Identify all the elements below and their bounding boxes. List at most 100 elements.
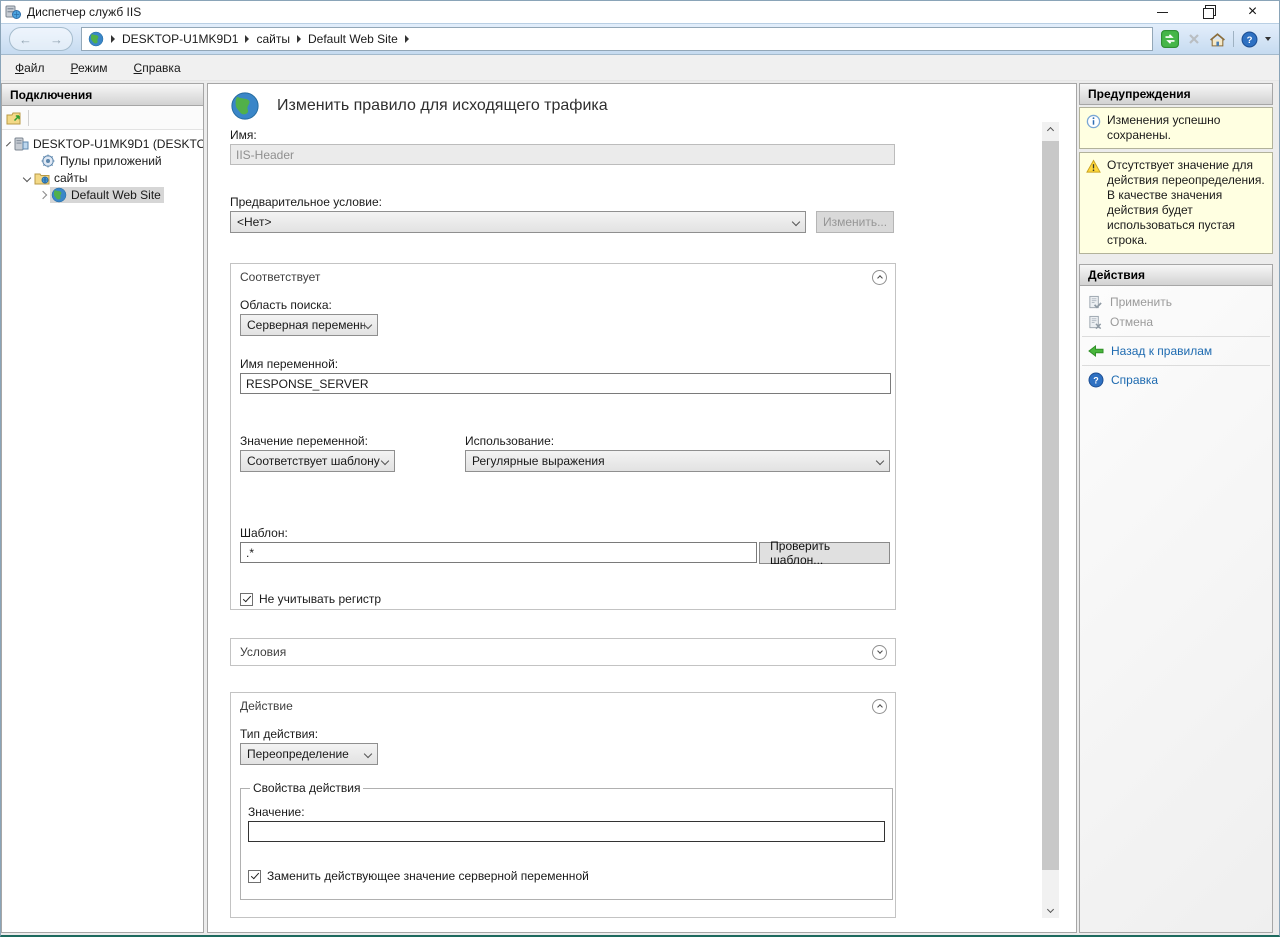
address-bar: ← → DESKTOP-U1MK9D1 сайты Default Web Si… (1, 23, 1279, 55)
crumb-separator-icon[interactable] (405, 35, 409, 43)
chevron-down-icon (364, 750, 372, 758)
tree-item-label: Default Web Site (71, 188, 161, 202)
action-type-select[interactable]: Переопределение (240, 743, 378, 765)
action-section-header: Действие (231, 693, 895, 719)
help-icon: ? (1088, 372, 1104, 388)
edit-precondition-button[interactable]: Изменить... (816, 211, 894, 233)
expander-closed-icon[interactable] (39, 190, 47, 198)
crumb-server[interactable]: DESKTOP-U1MK9D1 (122, 32, 238, 46)
back-to-rules-link[interactable]: Назад к правилам (1080, 341, 1272, 361)
collapse-section-button[interactable] (872, 699, 887, 714)
help-link[interactable]: ? Справка (1080, 370, 1272, 390)
crumb-separator-icon[interactable] (111, 35, 115, 43)
expander-open-icon[interactable] (6, 141, 11, 146)
connections-header: Подключения (2, 84, 203, 106)
back-arrow-icon (1088, 343, 1104, 359)
match-section: Соответствует Область поиска: Серверная … (230, 263, 896, 610)
help-icon[interactable]: ? (1241, 31, 1258, 48)
tree-item-label: DESKTOP-U1MK9D1 (DESKTO (33, 137, 203, 151)
help-dropdown-icon[interactable] (1265, 37, 1271, 41)
value-input[interactable] (248, 821, 885, 842)
menu-bar: Файл Режим Справка (1, 55, 1279, 81)
ignore-case-checkbox[interactable] (240, 593, 253, 606)
alert-warning: Отсутствует значение для действия переоп… (1079, 152, 1273, 254)
chevron-down-icon (364, 321, 372, 329)
precondition-select[interactable]: <Нет> (230, 211, 806, 233)
minimize-button[interactable] (1140, 2, 1185, 22)
save-connection-icon[interactable] (6, 110, 22, 126)
test-pattern-button[interactable]: Проверить шаблон... (759, 542, 890, 564)
tree-item-label: Пулы приложений (60, 154, 162, 168)
toolbar-separator (1233, 31, 1234, 47)
app-icon (5, 4, 21, 20)
chevron-down-icon (876, 457, 884, 465)
right-panel: Предупреждения Изменения успешно сохране… (1079, 83, 1273, 933)
scroll-down-button[interactable] (1042, 901, 1059, 918)
scroll-up-button[interactable] (1042, 122, 1059, 139)
edit-outbound-rule-panel: Изменить правило для исходящего трафика … (207, 83, 1077, 933)
action-properties-group: Свойства действия Значение: Заменить дей… (240, 781, 893, 900)
apply-button[interactable]: Применить (1080, 292, 1272, 312)
svg-text:?: ? (1247, 35, 1253, 46)
menu-help[interactable]: Справка (134, 61, 181, 75)
tree-item-default-web-site[interactable]: Default Web Site (2, 186, 203, 203)
breadcrumb[interactable]: DESKTOP-U1MK9D1 сайты Default Web Site (81, 27, 1153, 51)
conditions-section: Условия (230, 638, 896, 666)
menu-view[interactable]: Режим (71, 61, 108, 75)
scrollbar-thumb[interactable] (1042, 141, 1059, 870)
action-section-title: Действие (240, 699, 872, 713)
globe-icon (51, 187, 67, 203)
crumb-default-web-site[interactable]: Default Web Site (308, 32, 398, 46)
title-bar: Диспетчер служб IIS × (1, 1, 1279, 23)
main-scrollbar[interactable] (1042, 122, 1059, 918)
page-title: Изменить правило для исходящего трафика (277, 97, 608, 115)
action-type-label: Тип действия: (240, 727, 890, 741)
action-properties-legend: Свойства действия (250, 781, 363, 795)
back-button[interactable]: ← (19, 32, 32, 47)
variable-value-select[interactable]: Соответствует шаблону (240, 450, 395, 472)
tree-item-sites[interactable]: сайты (2, 169, 203, 186)
warning-icon (1086, 159, 1101, 174)
alerts-header: Предупреждения (1079, 83, 1273, 105)
crumb-separator-icon[interactable] (297, 35, 301, 43)
match-section-title: Соответствует (240, 270, 872, 284)
server-icon (13, 136, 29, 152)
tree-item-server[interactable]: DESKTOP-U1MK9D1 (DESKTO (2, 135, 203, 152)
expand-section-button[interactable] (872, 645, 887, 660)
restore-button[interactable] (1185, 2, 1230, 22)
replace-value-checkbox[interactable] (248, 870, 261, 883)
scope-select[interactable]: Серверная переменн (240, 314, 378, 336)
expander-open-icon[interactable] (23, 173, 31, 181)
actions-separator (1082, 336, 1270, 337)
refresh-icon[interactable] (1161, 30, 1179, 48)
home-icon[interactable] (1209, 31, 1226, 48)
alert-info: Изменения успешно сохранены. (1079, 107, 1273, 149)
workspace: Подключения DESKTOP-U1MK9D1 (DESKTO Пулы… (1, 81, 1279, 933)
application-pools-icon (40, 153, 56, 169)
close-button[interactable]: × (1230, 2, 1275, 22)
forward-button[interactable]: → (50, 32, 63, 47)
cancel-button[interactable]: Отмена (1080, 312, 1272, 332)
alert-text: Отсутствует значение для действия переоп… (1107, 158, 1266, 248)
action-section: Действие Тип действия: Переопределение С… (230, 692, 896, 918)
pattern-input[interactable]: .* (240, 542, 757, 563)
stop-icon[interactable] (1186, 31, 1202, 47)
using-label: Использование: (465, 434, 890, 448)
chevron-down-icon (381, 457, 389, 465)
page-header: Изменить правило для исходящего трафика (230, 90, 896, 122)
name-input: IIS-Header (230, 144, 895, 165)
variable-value-label: Значение переменной: (240, 434, 465, 448)
info-icon (1086, 114, 1101, 129)
connections-tree: DESKTOP-U1MK9D1 (DESKTO Пулы приложений … (2, 130, 203, 203)
value-label: Значение: (248, 805, 885, 819)
variable-name-input[interactable]: RESPONSE_SERVER (240, 373, 891, 394)
tree-item-app-pools[interactable]: Пулы приложений (2, 152, 203, 169)
using-select[interactable]: Регулярные выражения (465, 450, 890, 472)
collapse-section-button[interactable] (872, 270, 887, 285)
selected-tree-item[interactable]: Default Web Site (50, 187, 164, 203)
match-section-header: Соответствует (231, 264, 895, 290)
crumb-sites[interactable]: сайты (256, 32, 290, 46)
crumb-separator-icon[interactable] (245, 35, 249, 43)
precondition-label: Предварительное условие: (230, 195, 896, 209)
menu-file[interactable]: Файл (15, 61, 45, 75)
